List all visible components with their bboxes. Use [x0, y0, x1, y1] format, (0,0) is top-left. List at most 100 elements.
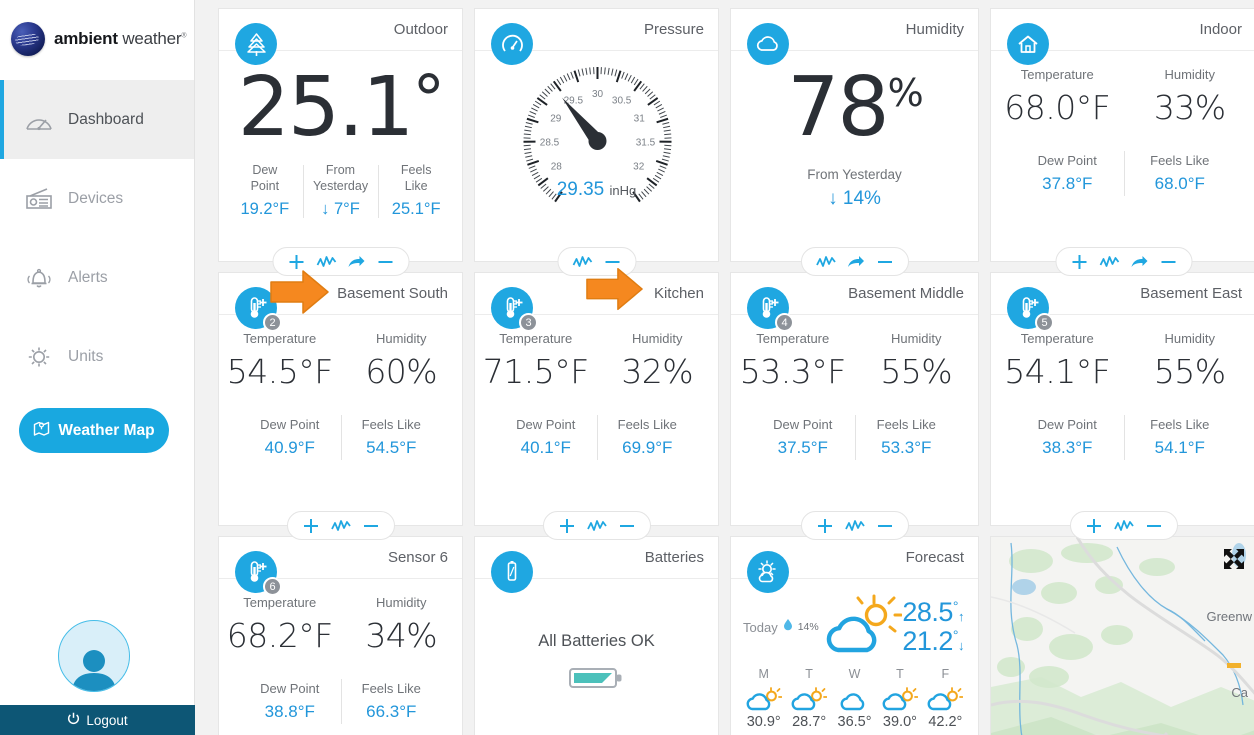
graph-icon[interactable]: [586, 519, 607, 533]
card-batteries[interactable]: Batteries All Batteries OK: [474, 536, 719, 735]
forecast-day-label: T: [805, 667, 813, 681]
expand-icon[interactable]: [1222, 547, 1246, 576]
metric-label: Dew Point: [1037, 153, 1097, 168]
sidebar-item-dashboard[interactable]: Dashboard: [0, 80, 194, 159]
minus-icon[interactable]: [618, 517, 636, 535]
graph-icon[interactable]: [316, 255, 336, 269]
sidebar-nav: Dashboard Devices Alerts Units: [0, 80, 194, 396]
share-icon[interactable]: [347, 255, 365, 269]
share-icon[interactable]: [847, 255, 865, 269]
thermometer-plus-icon: 5: [1007, 287, 1054, 332]
logout-button[interactable]: Logout: [0, 705, 195, 735]
temperature-metric: Temperature 68.2°F: [219, 595, 341, 655]
forecast-day-label: W: [848, 667, 861, 681]
plus-icon[interactable]: [287, 253, 305, 271]
forecast-low-row: 21.2°↓: [902, 626, 964, 656]
kitchen-primary-metrics: Temperature 71.5°F Humidity 32%: [475, 331, 718, 391]
feels-like-metric: Feels Like 69.9°F: [596, 415, 699, 460]
metric-value: 54.5°F: [366, 438, 417, 457]
metric-label: Feels Like: [617, 417, 677, 432]
card-title: Basement Middle: [848, 285, 964, 302]
metric-value: 40.9°F: [264, 438, 315, 457]
minus-icon[interactable]: [603, 253, 621, 271]
tree-icon: [235, 23, 277, 65]
dashboard-main: Outdoor 25.1° Dew Point 19.2°F From Yest…: [195, 0, 1254, 735]
droplet-icon: [783, 618, 793, 636]
minus-icon[interactable]: [376, 253, 394, 271]
card-pressure[interactable]: Pressure 28 28.5 29 29.5 30 30.5 31 31.5 32 29.3…: [474, 8, 719, 276]
card-basement-south[interactable]: 2 Basement South Temperature 54.5°F Humi…: [218, 270, 463, 540]
minus-icon[interactable]: [1159, 253, 1177, 271]
metric-label: Humidity: [1164, 331, 1216, 346]
graph-icon[interactable]: [1099, 255, 1119, 269]
card-actions: [286, 511, 395, 540]
kitchen-secondary-metrics: Dew Point 40.1°F Feels Like 69.9°F: [475, 415, 718, 460]
graph-icon[interactable]: [1113, 519, 1134, 533]
forecast-day: W 36.5°: [832, 667, 877, 730]
pressure-value: 29.35: [556, 179, 605, 200]
basement-middle-secondary-metrics: Dew Point 37.5°F Feels Like 53.3°F: [731, 415, 978, 460]
metric-value: 54.1°F: [1004, 352, 1111, 391]
card-weather-map[interactable]: Greenw Ca: [990, 536, 1254, 735]
sun-behind-cloud-icon: [741, 686, 786, 712]
dew-point-metric: Dew Point 38.8°F: [239, 681, 341, 722]
metric-label: Humidity: [1164, 67, 1216, 82]
forecast-low: 21.2: [902, 626, 953, 656]
card-basement-middle[interactable]: 4 Basement Middle Temperature 53.3°F Hum…: [730, 272, 979, 540]
metric-value: 53.3°F: [881, 438, 932, 457]
minus-icon[interactable]: [876, 517, 894, 535]
graph-icon[interactable]: [844, 519, 865, 533]
sensor-number-badge: 3: [519, 313, 538, 332]
metric-value-wrap: ↓ 7°F: [303, 199, 379, 220]
sidebar-item-alerts[interactable]: Alerts: [0, 238, 194, 317]
card-outdoor[interactable]: Outdoor 25.1° Dew Point 19.2°F From Yest…: [218, 8, 463, 276]
dew-point-metric: Dew Point 40.1°F: [495, 417, 597, 458]
sun-behind-cloud-icon: [923, 686, 968, 712]
metric-dew-point: Dew Point 19.2°F: [227, 163, 303, 220]
graph-icon[interactable]: [330, 519, 351, 533]
indoor-primary-metrics: Temperature 68.0°F Humidity 33%: [991, 67, 1254, 127]
minus-icon[interactable]: [362, 517, 380, 535]
card-humidity[interactable]: Humidity 78% From Yesterday ↓ 14%: [730, 8, 979, 276]
degree-symbol: °: [412, 61, 445, 138]
from-yesterday-label: From Yesterday: [807, 166, 902, 182]
metric-value: 69.9°F: [622, 438, 673, 457]
metric-value: 34%: [365, 616, 438, 655]
down-arrow-icon: ↓: [321, 200, 330, 219]
share-icon[interactable]: [1130, 255, 1148, 269]
minus-icon[interactable]: [876, 253, 894, 271]
forecast-high: 28.5: [902, 596, 953, 627]
plus-icon[interactable]: [816, 517, 834, 535]
card-kitchen[interactable]: 3 Kitchen Temperature 71.5°F Humidity 32…: [474, 267, 719, 540]
weather-map-button[interactable]: Weather Map: [19, 408, 169, 453]
feels-like-metric: Feels Like 54.1°F: [1123, 415, 1237, 460]
metric-label: Temperature: [499, 331, 573, 346]
graph-icon[interactable]: [572, 255, 592, 269]
card-indoor[interactable]: Indoor Temperature 68.0°F Humidity 33% D…: [990, 8, 1254, 276]
metric-label: Feels Like: [361, 681, 421, 696]
widget-grid: Outdoor 25.1° Dew Point 19.2°F From Yest…: [218, 8, 1254, 735]
svg-text:32: 32: [633, 162, 645, 173]
minus-icon[interactable]: [1145, 517, 1163, 535]
plus-icon[interactable]: [1085, 517, 1103, 535]
card-actions: [272, 247, 409, 276]
sidebar-item-label: Alerts: [68, 268, 108, 286]
svg-text:28: 28: [551, 162, 563, 173]
metric-value: 54.1°F: [1154, 438, 1205, 457]
plus-icon[interactable]: [302, 517, 320, 535]
card-forecast[interactable]: Forecast Today 14% 28.5°↑ 21.2°↓ M 30.9°…: [730, 536, 979, 735]
sidebar-item-devices[interactable]: Devices: [0, 159, 194, 238]
metric-label: Feels Like: [1150, 417, 1210, 432]
card-basement-east[interactable]: 5 Basement East Temperature 54.1°F Humid…: [990, 272, 1254, 540]
map-label-ca: Ca: [1231, 685, 1248, 700]
avatar[interactable]: [58, 620, 130, 692]
card-sensor-6[interactable]: 6 Sensor 6 Temperature 68.2°F Humidity 3…: [218, 536, 463, 735]
plus-icon[interactable]: [558, 517, 576, 535]
plus-icon[interactable]: [1070, 253, 1088, 271]
map-label-greenwich: Greenw: [1206, 609, 1252, 624]
graph-icon[interactable]: [815, 255, 836, 269]
gauge-dial-icon: [491, 23, 533, 65]
sidebar-item-units[interactable]: Units: [0, 317, 194, 396]
app-root: ambient weather® Dashboard Devices Alert…: [0, 0, 1254, 735]
metric-label: Humidity: [890, 331, 942, 346]
